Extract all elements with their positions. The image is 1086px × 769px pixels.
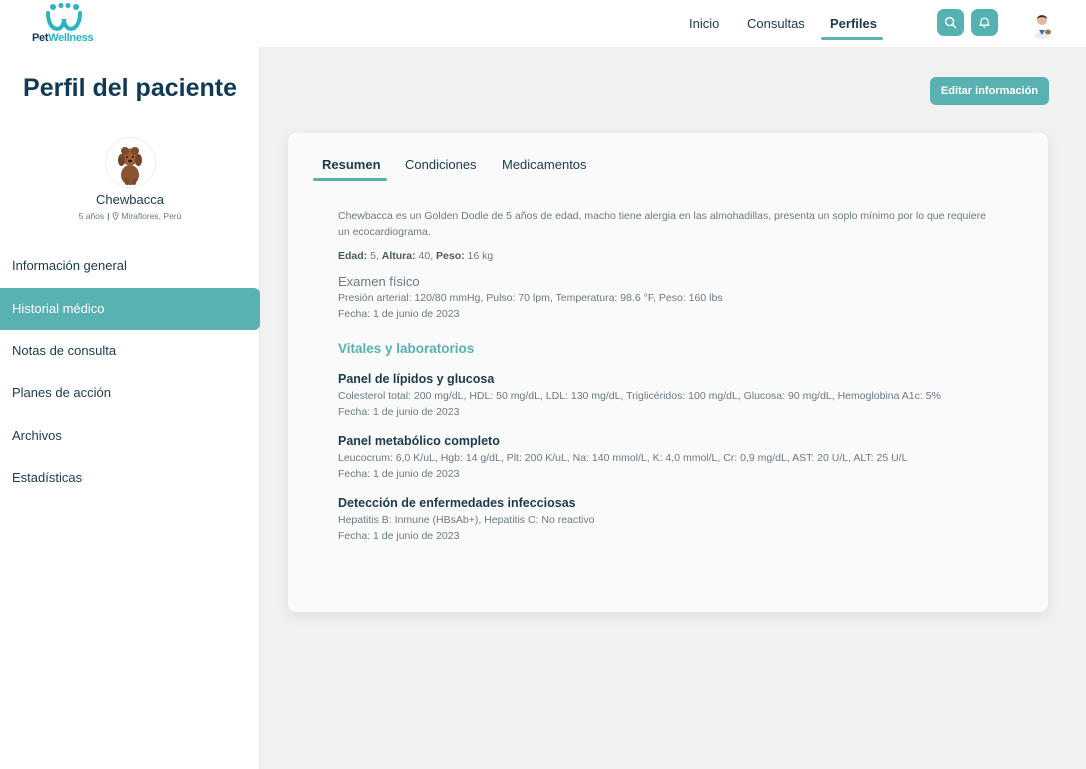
notifications-button[interactable]: [971, 9, 998, 36]
lab-title: Panel metabólico completo: [338, 434, 500, 448]
lab-title: Detección de enfermedades infecciosas: [338, 496, 576, 510]
page-title: Perfil del paciente: [23, 74, 237, 102]
lab-date: Fecha: 1 de junio de 2023: [338, 406, 460, 418]
sidebar-item-informacion-general[interactable]: Información general: [0, 245, 260, 287]
sidebar: Perfil del paciente Chewbacca 5 años | Mir…: [0, 47, 260, 769]
pet-age: 5 años: [78, 211, 105, 221]
search-icon: [944, 16, 957, 29]
pet-stats: Edad: 5, Altura: 40, Peso: 16 kg: [338, 250, 494, 262]
lab-date: Fecha: 1 de junio de 2023: [338, 530, 460, 542]
vitals-section-title: Vitales y laboratorios: [338, 341, 475, 356]
lab-values: Colesterol total: 200 mg/dL, HDL: 50 mg/…: [338, 390, 941, 402]
bell-icon: [979, 17, 990, 28]
exam-title: Examen físico: [338, 274, 420, 289]
sidebar-item-planes-de-accion[interactable]: Planes de acción: [0, 372, 260, 414]
lab-title: Panel de lípidos y glucosa: [338, 372, 495, 386]
top-navbar: PetWellness Inicio Consultas Perfiles: [0, 0, 1086, 47]
dog-photo-icon: [106, 138, 155, 187]
pet-avatar: [106, 138, 155, 187]
tab-resumen[interactable]: Resumen: [322, 157, 381, 172]
pet-meta: 5 años | Miraflores, Perú: [0, 211, 260, 221]
veterinarian-avatar-icon: [1026, 7, 1058, 39]
lab-values: Leucocrum: 6,0 K/uL, Hgb: 14 g/dL, Plt: …: [338, 452, 908, 464]
tab-active-indicator: [313, 178, 387, 181]
medical-history-card: Resumen Condiciones Medicamentos Chewbac…: [288, 133, 1048, 612]
search-button[interactable]: [937, 9, 964, 36]
sidebar-item-estadisticas[interactable]: Estadísticas: [0, 457, 260, 499]
nav-perfiles[interactable]: Perfiles: [830, 16, 877, 31]
sidebar-item-archivos[interactable]: Archivos: [0, 415, 260, 457]
pet-name: Chewbacca: [96, 192, 164, 207]
location-pin-icon: [112, 212, 119, 221]
nav-inicio[interactable]: Inicio: [689, 16, 719, 31]
exam-values: Presión arterial: 120/80 mmHg, Pulso: 70…: [338, 292, 723, 304]
tab-condiciones[interactable]: Condiciones: [405, 157, 477, 172]
brand-name: PetWellness: [32, 32, 94, 44]
nav-active-indicator: [821, 37, 883, 40]
pet-location: Miraflores, Perú: [121, 211, 182, 221]
edit-info-button[interactable]: Editar información: [930, 77, 1049, 105]
lab-values: Hepatitis B: Inmune (HBsAb+), Hepatitis …: [338, 514, 595, 526]
sidebar-item-notas-de-consulta[interactable]: Notas de consulta: [0, 330, 260, 372]
tab-medicamentos[interactable]: Medicamentos: [502, 157, 587, 172]
meta-separator: |: [107, 211, 110, 221]
brand-logo[interactable]: PetWellness: [32, 3, 100, 45]
exam-date: Fecha: 1 de junio de 2023: [338, 308, 460, 320]
sidebar-item-historial-medico[interactable]: Historial médico: [0, 288, 260, 330]
pet-description: Chewbacca es un Golden Dodle de 5 años d…: [338, 210, 986, 238]
nav-consultas[interactable]: Consultas: [747, 16, 805, 31]
lab-date: Fecha: 1 de junio de 2023: [338, 468, 460, 480]
paw-w-logo-icon: [46, 3, 82, 31]
user-avatar[interactable]: [1026, 7, 1058, 39]
